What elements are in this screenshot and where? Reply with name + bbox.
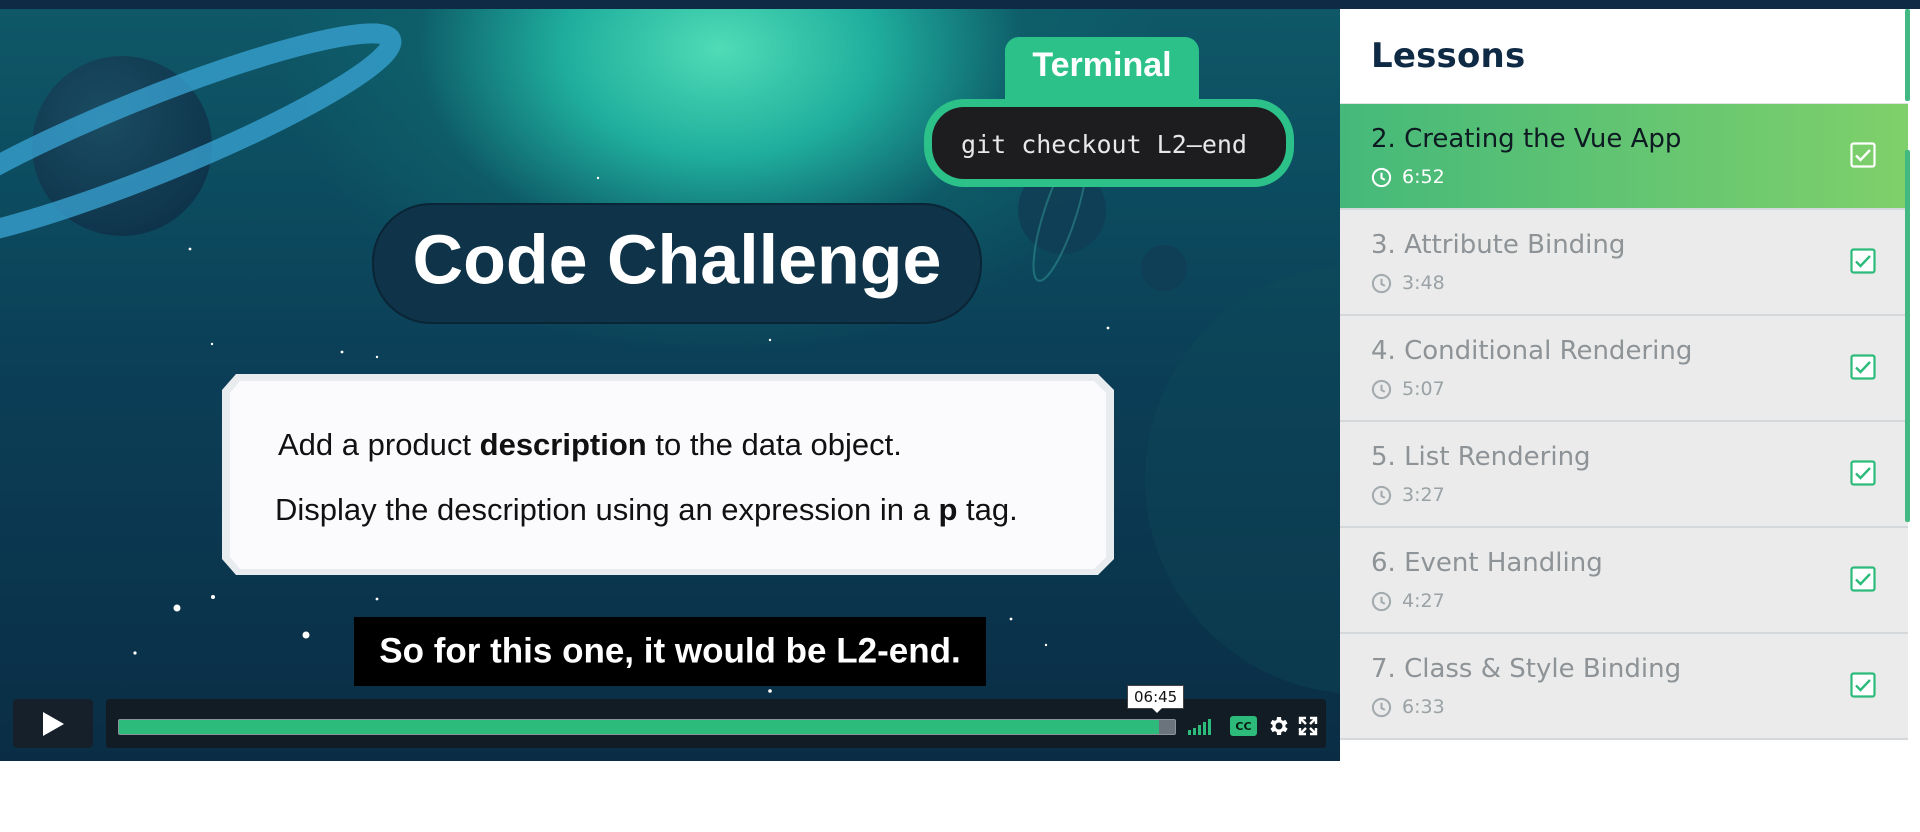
lesson-duration: 6:52 bbox=[1371, 166, 1445, 188]
lesson-duration-text: 5:07 bbox=[1402, 378, 1445, 400]
volume-icon[interactable] bbox=[1188, 717, 1218, 735]
checkbox-checked-icon[interactable] bbox=[1850, 354, 1876, 380]
sidebar-title: Lessons bbox=[1371, 36, 1526, 76]
lesson-title: 3. Attribute Binding bbox=[1371, 230, 1626, 260]
clock-icon bbox=[1371, 485, 1392, 505]
lesson-title: 5. List Rendering bbox=[1371, 442, 1591, 472]
play-button[interactable] bbox=[13, 699, 93, 748]
subtitle-text: So for this one, it would be L2-end. bbox=[379, 631, 960, 670]
terminal-label: Terminal bbox=[1032, 46, 1171, 84]
clock-icon bbox=[1371, 379, 1392, 399]
lesson-item[interactable]: 4. Conditional Rendering 5:07 bbox=[1340, 316, 1908, 422]
lesson-title: 2. Creating the Vue App bbox=[1371, 124, 1682, 154]
progress-fill bbox=[119, 720, 1160, 734]
progress-bar[interactable] bbox=[118, 719, 1176, 735]
task-line-1: Add a product description to the data ob… bbox=[278, 427, 902, 462]
checkbox-checked-icon[interactable] bbox=[1850, 460, 1876, 486]
closed-captions-icon[interactable]: CC bbox=[1230, 716, 1257, 736]
terminal-command: git checkout L2–end bbox=[961, 130, 1247, 159]
lesson-duration: 6:33 bbox=[1371, 696, 1445, 718]
challenge-title: Code Challenge bbox=[413, 220, 942, 298]
task-card-inner bbox=[230, 381, 1106, 569]
fullscreen-icon[interactable] bbox=[1296, 714, 1320, 738]
lesson-title: 6. Event Handling bbox=[1371, 548, 1603, 578]
checkbox-checked-icon[interactable] bbox=[1850, 672, 1876, 698]
top-strip bbox=[0, 0, 1920, 9]
lesson-item[interactable]: 6. Event Handling 4:27 bbox=[1340, 528, 1908, 634]
planet-decoration bbox=[1141, 245, 1187, 291]
time-tooltip: 06:45 bbox=[1127, 685, 1185, 713]
lesson-item[interactable]: 2. Creating the Vue App 6:52 bbox=[1340, 104, 1908, 210]
lesson-item[interactable]: 7. Class & Style Binding 6:33 bbox=[1340, 634, 1908, 740]
lesson-duration: 5:07 bbox=[1371, 378, 1445, 400]
lesson-duration-text: 3:27 bbox=[1402, 484, 1445, 506]
clock-icon bbox=[1371, 273, 1392, 293]
cc-label: CC bbox=[1235, 719, 1252, 733]
scrollbar-thumb[interactable] bbox=[1905, 9, 1910, 101]
clock-icon bbox=[1371, 591, 1392, 611]
video-frame: Terminal git checkout L2–end Code Challe… bbox=[0, 23, 1340, 707]
lesson-duration-text: 6:33 bbox=[1402, 696, 1445, 718]
lessons-sidebar: Lessons 2. Creating the Vue App 6:52 3. At… bbox=[1340, 9, 1908, 761]
lesson-duration: 3:48 bbox=[1371, 272, 1445, 294]
player-controls: 06:45 CC bbox=[0, 685, 1340, 761]
scrollbar-thumb[interactable] bbox=[1905, 150, 1910, 522]
lesson-item[interactable]: 3. Attribute Binding 3:48 bbox=[1340, 210, 1908, 316]
lesson-list: 2. Creating the Vue App 6:52 3. Attribute … bbox=[1340, 104, 1908, 740]
lesson-duration-text: 3:48 bbox=[1402, 272, 1445, 294]
clock-icon bbox=[1371, 697, 1392, 717]
clock-icon bbox=[1371, 167, 1392, 187]
sidebar-header: Lessons bbox=[1340, 9, 1908, 104]
lesson-title: 7. Class & Style Binding bbox=[1371, 654, 1682, 684]
lesson-duration: 3:27 bbox=[1371, 484, 1445, 506]
lesson-duration: 4:27 bbox=[1371, 590, 1445, 612]
lesson-duration-text: 6:52 bbox=[1402, 166, 1445, 188]
planet-decoration bbox=[1145, 264, 1340, 694]
task-line-2: Display the description using an express… bbox=[275, 492, 1018, 527]
checkbox-checked-icon[interactable] bbox=[1850, 566, 1876, 592]
play-icon bbox=[43, 711, 64, 736]
checkbox-checked-icon[interactable] bbox=[1850, 248, 1876, 274]
video-player[interactable]: Terminal git checkout L2–end Code Challe… bbox=[0, 9, 1340, 761]
lesson-item[interactable]: 5. List Rendering 3:27 bbox=[1340, 422, 1908, 528]
gear-icon[interactable] bbox=[1266, 714, 1290, 738]
lesson-duration-text: 4:27 bbox=[1402, 590, 1445, 612]
checkbox-checked-icon[interactable] bbox=[1850, 142, 1876, 168]
lesson-title: 4. Conditional Rendering bbox=[1371, 336, 1693, 366]
